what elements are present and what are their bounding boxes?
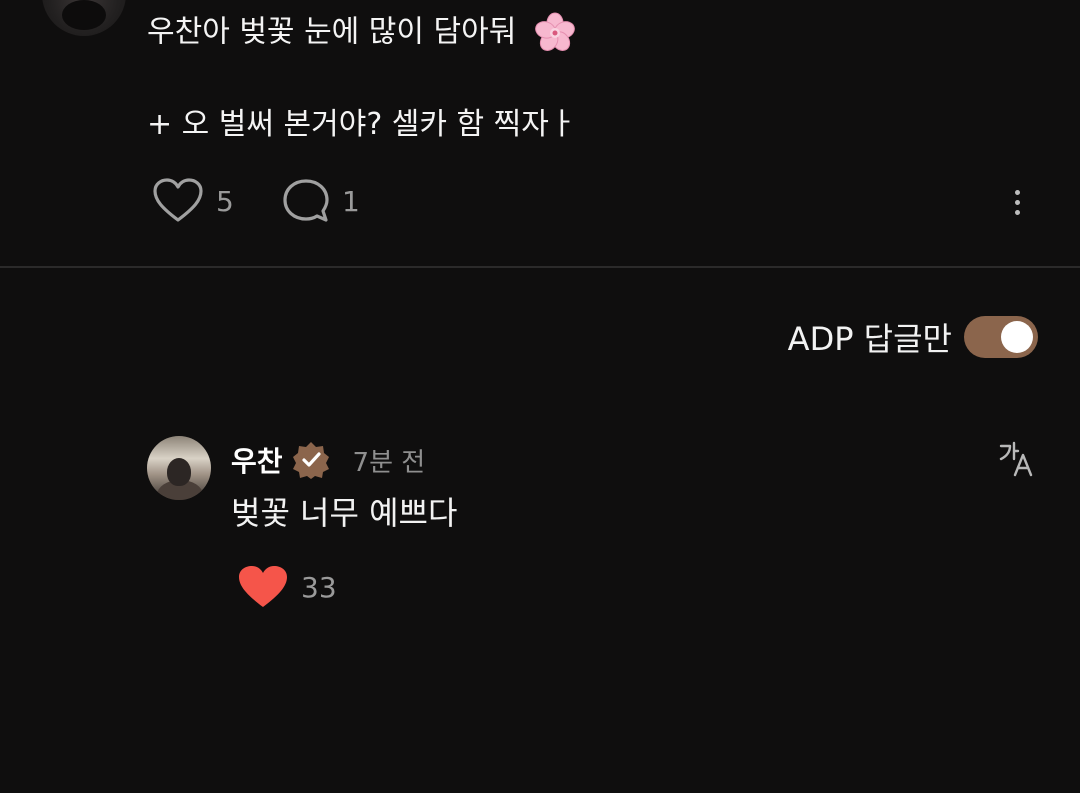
dot xyxy=(1014,189,1020,195)
dot xyxy=(1014,199,1020,205)
translate-icon[interactable] xyxy=(998,440,1036,478)
dot xyxy=(1014,209,1020,215)
reply-like-button[interactable]: 33 xyxy=(237,564,337,610)
reply-timestamp: 7분 전 xyxy=(352,447,426,478)
reply-header: 우찬 7분 전 xyxy=(231,440,425,480)
post-author-avatar[interactable] xyxy=(42,0,126,36)
reply-count: 1 xyxy=(342,184,360,218)
reply-author-avatar[interactable] xyxy=(147,436,211,500)
more-options-button[interactable] xyxy=(1000,182,1034,222)
verified-badge-icon xyxy=(292,442,329,479)
post-text-line-2: + 오 벌써 본거야? 셀카 함 찍자ㅏ xyxy=(147,107,577,142)
reply-text: 벚꽃 너무 예쁘다 xyxy=(231,494,458,532)
artist-replies-filter: ADP 답글만 xyxy=(788,314,1038,360)
speech-bubble-icon xyxy=(283,179,329,222)
reply-button[interactable]: 1 xyxy=(282,178,360,224)
avatar-face xyxy=(167,458,191,486)
reply-author-name[interactable]: 우찬 xyxy=(231,440,283,480)
filter-label: ADP 답글만 xyxy=(787,320,952,358)
filter-toggle[interactable] xyxy=(964,316,1038,358)
reply-like-count: 33 xyxy=(301,570,337,604)
post-text-1: 우찬아 벚꽃 눈에 많이 담아둬 xyxy=(147,14,517,50)
post-text-line-1: 우찬아 벚꽃 눈에 많이 담아둬 xyxy=(147,12,576,54)
heart-outline-icon xyxy=(153,178,203,222)
cherry-blossom-emoji-icon xyxy=(535,12,575,51)
heart-filled-icon xyxy=(239,566,287,607)
toggle-knob xyxy=(1001,321,1033,353)
like-count: 5 xyxy=(216,184,234,218)
divider xyxy=(0,266,1080,268)
like-button[interactable]: 5 xyxy=(152,178,234,224)
avatar-silhouette xyxy=(62,0,106,30)
